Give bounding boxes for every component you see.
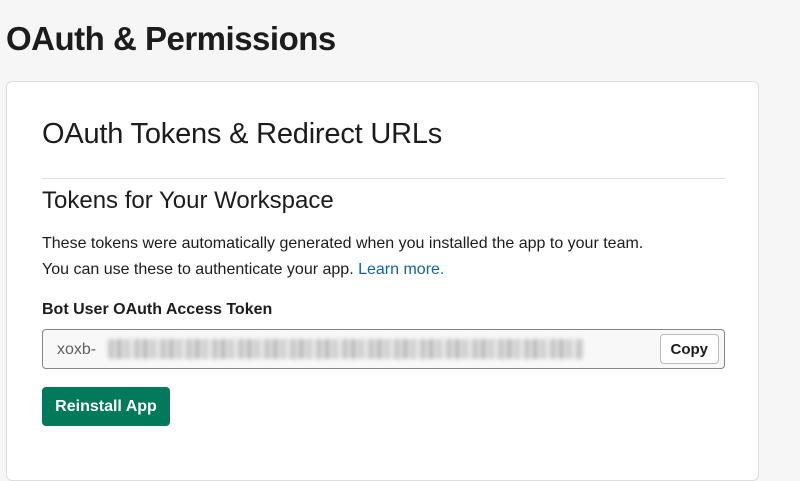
token-prefix: xoxb- xyxy=(57,341,97,358)
subsection-title: Tokens for Your Workspace xyxy=(42,187,334,214)
oauth-tokens-card: OAuth Tokens & Redirect URLs Tokens for … xyxy=(6,81,759,481)
token-label: Bot User OAuth Access Token xyxy=(42,301,273,318)
description-line-1: These tokens were automatically generate… xyxy=(42,235,644,252)
tokens-description: These tokens were automatically generate… xyxy=(42,231,732,283)
description-line-2: You can use these to authenticate your a… xyxy=(42,261,354,278)
copy-token-button[interactable]: Copy xyxy=(659,334,719,364)
section-title: OAuth Tokens & Redirect URLs xyxy=(42,118,443,150)
bot-token-field[interactable]: xoxb- Copy xyxy=(42,329,725,369)
redacted-token-value xyxy=(108,339,584,359)
page-title: OAuth & Permissions xyxy=(6,20,336,57)
reinstall-app-button[interactable]: Reinstall App xyxy=(42,387,170,426)
learn-more-link[interactable]: Learn more. xyxy=(358,261,444,278)
section-divider xyxy=(42,178,725,179)
